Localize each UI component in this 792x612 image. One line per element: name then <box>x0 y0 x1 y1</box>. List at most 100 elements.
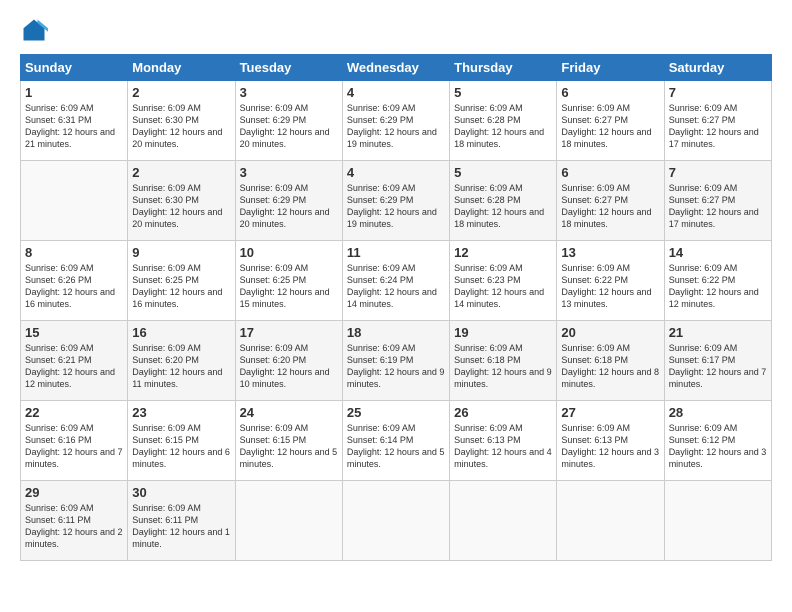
day-number: 20 <box>561 325 659 340</box>
day-number: 23 <box>132 405 230 420</box>
calendar-cell: 2 Sunrise: 6:09 AMSunset: 6:30 PMDayligh… <box>128 161 235 241</box>
day-number: 5 <box>454 85 552 100</box>
calendar-cell: 6 Sunrise: 6:09 AMSunset: 6:27 PMDayligh… <box>557 161 664 241</box>
calendar-cell: 2 Sunrise: 6:09 AMSunset: 6:30 PMDayligh… <box>128 81 235 161</box>
calendar-cell: 4 Sunrise: 6:09 AMSunset: 6:29 PMDayligh… <box>342 161 449 241</box>
day-number: 15 <box>25 325 123 340</box>
calendar-cell: 15 Sunrise: 6:09 AMSunset: 6:21 PMDaylig… <box>21 321 128 401</box>
logo-icon <box>20 16 48 44</box>
calendar-cell <box>664 481 771 561</box>
cell-text: Sunrise: 6:09 AMSunset: 6:24 PMDaylight:… <box>347 263 437 309</box>
day-number: 18 <box>347 325 445 340</box>
calendar-cell: 18 Sunrise: 6:09 AMSunset: 6:19 PMDaylig… <box>342 321 449 401</box>
calendar-cell: 17 Sunrise: 6:09 AMSunset: 6:20 PMDaylig… <box>235 321 342 401</box>
day-number: 2 <box>132 85 230 100</box>
cell-text: Sunrise: 6:09 AMSunset: 6:29 PMDaylight:… <box>240 103 330 149</box>
calendar-cell: 26 Sunrise: 6:09 AMSunset: 6:13 PMDaylig… <box>450 401 557 481</box>
cell-text: Sunrise: 6:09 AMSunset: 6:31 PMDaylight:… <box>25 103 115 149</box>
calendar-cell: 5 Sunrise: 6:09 AMSunset: 6:28 PMDayligh… <box>450 161 557 241</box>
calendar-cell: 12 Sunrise: 6:09 AMSunset: 6:23 PMDaylig… <box>450 241 557 321</box>
cell-text: Sunrise: 6:09 AMSunset: 6:27 PMDaylight:… <box>561 103 651 149</box>
cell-text: Sunrise: 6:09 AMSunset: 6:18 PMDaylight:… <box>561 343 659 389</box>
cell-text: Sunrise: 6:09 AMSunset: 6:23 PMDaylight:… <box>454 263 544 309</box>
day-number: 7 <box>669 165 767 180</box>
header <box>20 16 772 44</box>
calendar-cell: 25 Sunrise: 6:09 AMSunset: 6:14 PMDaylig… <box>342 401 449 481</box>
calendar-cell <box>342 481 449 561</box>
day-number: 6 <box>561 85 659 100</box>
header-tuesday: Tuesday <box>235 55 342 81</box>
calendar-cell <box>557 481 664 561</box>
calendar-cell: 7 Sunrise: 6:09 AMSunset: 6:27 PMDayligh… <box>664 161 771 241</box>
day-number: 5 <box>454 165 552 180</box>
calendar-cell <box>235 481 342 561</box>
header-saturday: Saturday <box>664 55 771 81</box>
cell-text: Sunrise: 6:09 AMSunset: 6:20 PMDaylight:… <box>132 343 222 389</box>
cell-text: Sunrise: 6:09 AMSunset: 6:25 PMDaylight:… <box>240 263 330 309</box>
calendar-row: 2 Sunrise: 6:09 AMSunset: 6:30 PMDayligh… <box>21 161 772 241</box>
cell-text: Sunrise: 6:09 AMSunset: 6:18 PMDaylight:… <box>454 343 552 389</box>
cell-text: Sunrise: 6:09 AMSunset: 6:27 PMDaylight:… <box>669 183 759 229</box>
day-number: 13 <box>561 245 659 260</box>
cell-text: Sunrise: 6:09 AMSunset: 6:29 PMDaylight:… <box>347 183 437 229</box>
day-number: 6 <box>561 165 659 180</box>
calendar-cell: 11 Sunrise: 6:09 AMSunset: 6:24 PMDaylig… <box>342 241 449 321</box>
day-number: 4 <box>347 165 445 180</box>
calendar-cell: 4 Sunrise: 6:09 AMSunset: 6:29 PMDayligh… <box>342 81 449 161</box>
cell-text: Sunrise: 6:09 AMSunset: 6:28 PMDaylight:… <box>454 103 544 149</box>
cell-text: Sunrise: 6:09 AMSunset: 6:21 PMDaylight:… <box>25 343 115 389</box>
cell-text: Sunrise: 6:09 AMSunset: 6:26 PMDaylight:… <box>25 263 115 309</box>
calendar: Sunday Monday Tuesday Wednesday Thursday… <box>20 54 772 561</box>
day-number: 10 <box>240 245 338 260</box>
calendar-cell <box>450 481 557 561</box>
day-number: 3 <box>240 165 338 180</box>
cell-text: Sunrise: 6:09 AMSunset: 6:17 PMDaylight:… <box>669 343 767 389</box>
day-number: 30 <box>132 485 230 500</box>
cell-text: Sunrise: 6:09 AMSunset: 6:29 PMDaylight:… <box>240 183 330 229</box>
day-number: 16 <box>132 325 230 340</box>
calendar-cell: 23 Sunrise: 6:09 AMSunset: 6:15 PMDaylig… <box>128 401 235 481</box>
calendar-cell: 13 Sunrise: 6:09 AMSunset: 6:22 PMDaylig… <box>557 241 664 321</box>
calendar-cell: 21 Sunrise: 6:09 AMSunset: 6:17 PMDaylig… <box>664 321 771 401</box>
header-friday: Friday <box>557 55 664 81</box>
day-number: 1 <box>25 85 123 100</box>
header-thursday: Thursday <box>450 55 557 81</box>
day-number: 24 <box>240 405 338 420</box>
day-number: 28 <box>669 405 767 420</box>
day-number: 25 <box>347 405 445 420</box>
calendar-row: 22 Sunrise: 6:09 AMSunset: 6:16 PMDaylig… <box>21 401 772 481</box>
weekday-header-row: Sunday Monday Tuesday Wednesday Thursday… <box>21 55 772 81</box>
logo <box>20 16 52 44</box>
cell-text: Sunrise: 6:09 AMSunset: 6:27 PMDaylight:… <box>669 103 759 149</box>
calendar-cell <box>21 161 128 241</box>
calendar-cell: 24 Sunrise: 6:09 AMSunset: 6:15 PMDaylig… <box>235 401 342 481</box>
calendar-cell: 7 Sunrise: 6:09 AMSunset: 6:27 PMDayligh… <box>664 81 771 161</box>
cell-text: Sunrise: 6:09 AMSunset: 6:15 PMDaylight:… <box>132 423 230 469</box>
day-number: 22 <box>25 405 123 420</box>
calendar-cell: 3 Sunrise: 6:09 AMSunset: 6:29 PMDayligh… <box>235 161 342 241</box>
calendar-cell: 16 Sunrise: 6:09 AMSunset: 6:20 PMDaylig… <box>128 321 235 401</box>
cell-text: Sunrise: 6:09 AMSunset: 6:16 PMDaylight:… <box>25 423 123 469</box>
calendar-row: 1 Sunrise: 6:09 AMSunset: 6:31 PMDayligh… <box>21 81 772 161</box>
day-number: 17 <box>240 325 338 340</box>
cell-text: Sunrise: 6:09 AMSunset: 6:12 PMDaylight:… <box>669 423 767 469</box>
day-number: 4 <box>347 85 445 100</box>
day-number: 14 <box>669 245 767 260</box>
calendar-cell: 20 Sunrise: 6:09 AMSunset: 6:18 PMDaylig… <box>557 321 664 401</box>
header-sunday: Sunday <box>21 55 128 81</box>
day-number: 21 <box>669 325 767 340</box>
day-number: 11 <box>347 245 445 260</box>
calendar-cell: 8 Sunrise: 6:09 AMSunset: 6:26 PMDayligh… <box>21 241 128 321</box>
day-number: 27 <box>561 405 659 420</box>
cell-text: Sunrise: 6:09 AMSunset: 6:15 PMDaylight:… <box>240 423 338 469</box>
calendar-cell: 19 Sunrise: 6:09 AMSunset: 6:18 PMDaylig… <box>450 321 557 401</box>
header-wednesday: Wednesday <box>342 55 449 81</box>
calendar-cell: 9 Sunrise: 6:09 AMSunset: 6:25 PMDayligh… <box>128 241 235 321</box>
cell-text: Sunrise: 6:09 AMSunset: 6:29 PMDaylight:… <box>347 103 437 149</box>
page: Sunday Monday Tuesday Wednesday Thursday… <box>0 0 792 577</box>
calendar-cell: 27 Sunrise: 6:09 AMSunset: 6:13 PMDaylig… <box>557 401 664 481</box>
day-number: 29 <box>25 485 123 500</box>
calendar-cell: 29 Sunrise: 6:09 AMSunset: 6:11 PMDaylig… <box>21 481 128 561</box>
cell-text: Sunrise: 6:09 AMSunset: 6:11 PMDaylight:… <box>132 503 230 549</box>
day-number: 8 <box>25 245 123 260</box>
